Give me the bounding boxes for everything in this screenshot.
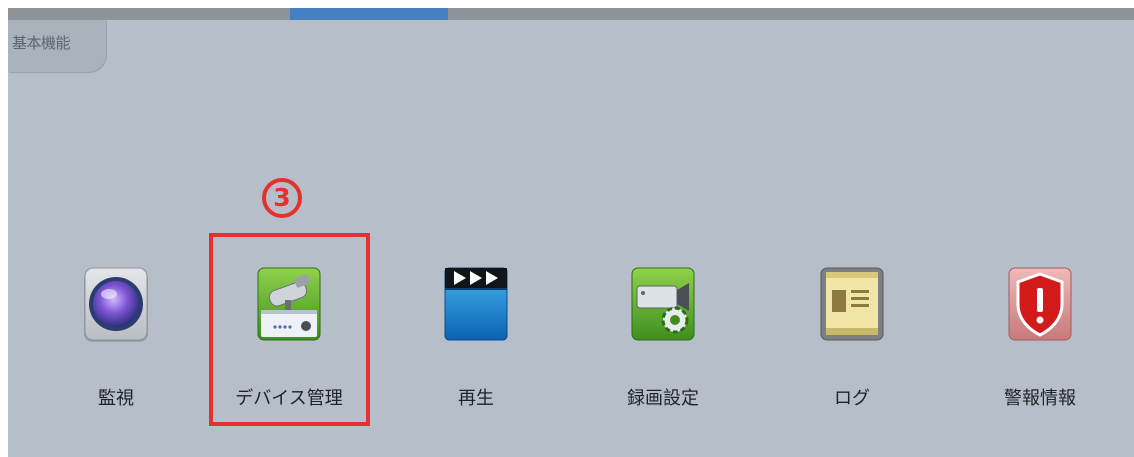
highlight-box bbox=[209, 233, 370, 426]
clapperboard-icon bbox=[444, 267, 508, 341]
app-label-monitor: 監視 bbox=[98, 388, 134, 409]
camera-lens-icon bbox=[84, 267, 148, 342]
app-label-recording-settings: 録画設定 bbox=[627, 388, 699, 409]
app-log[interactable]: ログ bbox=[792, 258, 912, 418]
app-label-log: ログ bbox=[834, 388, 870, 409]
app-alarm-info[interactable]: 警報情報 bbox=[980, 258, 1100, 418]
app-label-alarm-info: 警報情報 bbox=[1004, 388, 1076, 409]
camera-settings-icon bbox=[631, 267, 695, 341]
alarm-shield-icon bbox=[1008, 267, 1072, 341]
log-book-icon bbox=[820, 267, 884, 341]
app-recording-settings[interactable]: 録画設定 bbox=[603, 258, 723, 418]
app-label-playback: 再生 bbox=[458, 388, 494, 409]
main-panel: 基本機能 bbox=[8, 8, 1134, 457]
section-tab-basic-functions[interactable]: 基本機能 bbox=[8, 20, 106, 72]
app-monitor[interactable]: 監視 bbox=[56, 258, 176, 418]
active-tab-indicator[interactable] bbox=[290, 8, 448, 20]
top-tab-bar bbox=[8, 8, 1134, 20]
step-marker: 3 bbox=[262, 178, 302, 218]
app-playback[interactable]: 再生 bbox=[416, 258, 536, 418]
